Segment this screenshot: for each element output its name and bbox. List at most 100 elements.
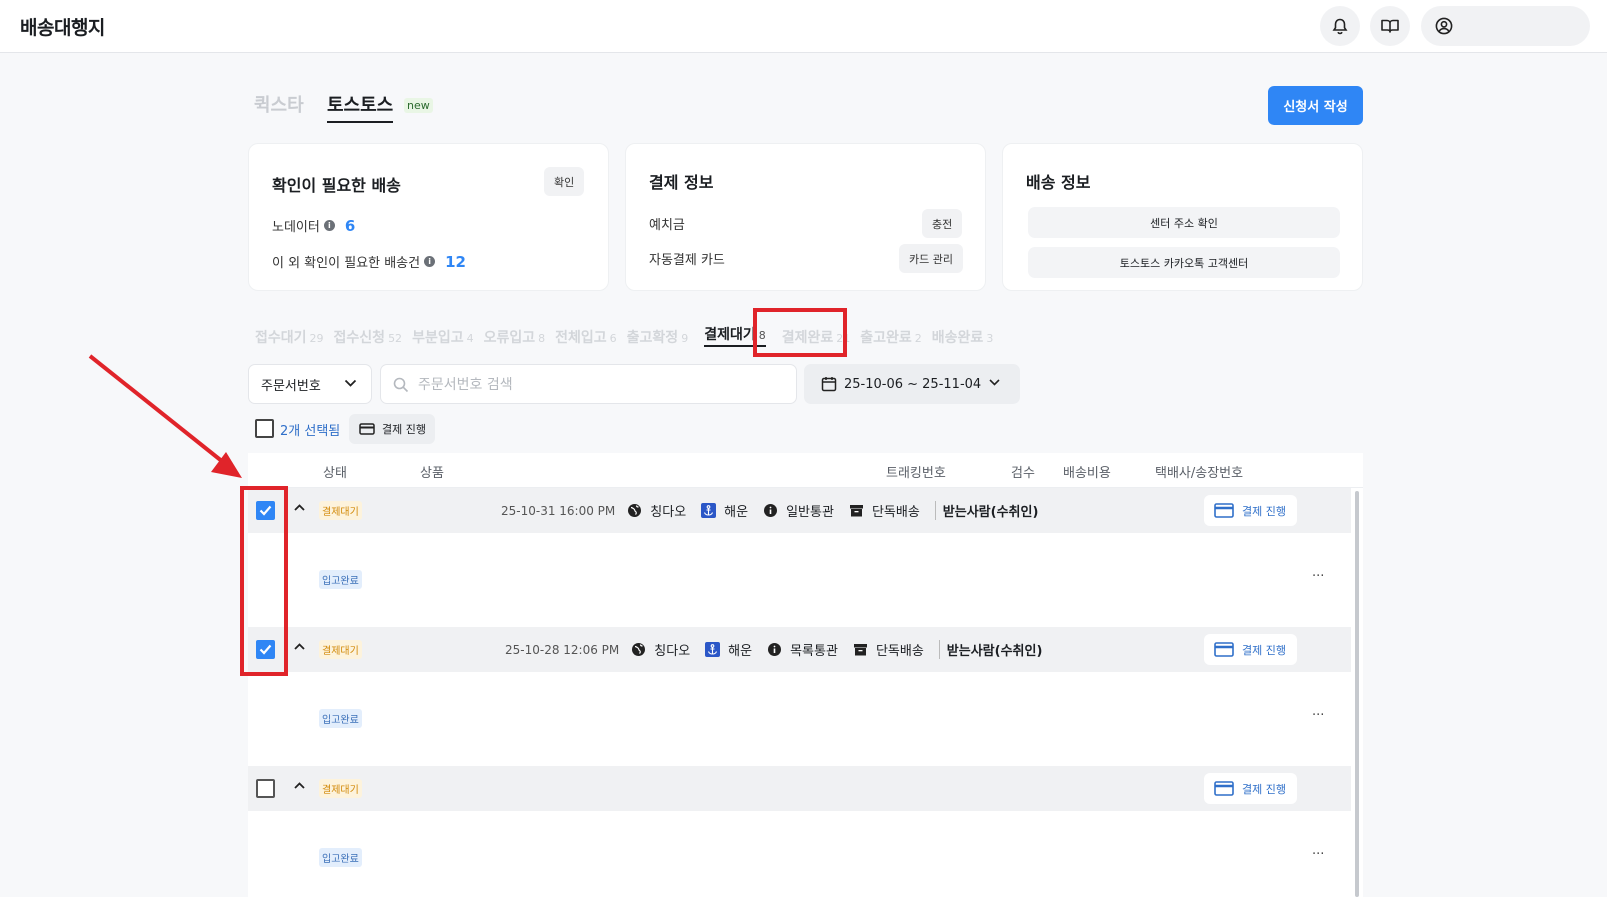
recipient: 받는사람(수취인)	[938, 640, 1042, 659]
globe-icon	[627, 503, 642, 518]
tab-count: 2	[914, 332, 922, 345]
item-row: 입고완료 ···	[248, 533, 1351, 627]
caret-up-icon[interactable]	[294, 504, 305, 511]
tab-label: 접수대기	[255, 330, 307, 346]
card-icon	[1214, 503, 1234, 518]
item-status-badge: 입고완료	[319, 570, 362, 589]
tab-count: 8	[538, 332, 546, 345]
date-range-picker[interactable]: 25-10-06 ~ 25-11-04	[804, 364, 1020, 404]
chevron-down-icon	[344, 379, 357, 387]
guide-button[interactable]	[1370, 6, 1410, 46]
info-icon	[767, 642, 782, 657]
profile-button[interactable]	[1421, 6, 1590, 46]
top-bar: 배송대행지	[0, 0, 1607, 53]
order-row[interactable]: 결제대기 결제 진행	[248, 766, 1351, 811]
other-confirm-count[interactable]: 12	[445, 253, 466, 271]
table-header: 상태 상품 트래킹번호 검수 배송비용 택배사/송장번호	[248, 453, 1363, 488]
other-confirm-row[interactable]: 이 외 확인이 필요한 배송건 i 12	[272, 252, 466, 272]
tab-count: 3	[986, 332, 994, 345]
user-circle-icon	[1435, 17, 1453, 35]
row-pay-label: 결제 진행	[1242, 643, 1286, 657]
charge-button[interactable]: 충전	[922, 209, 963, 238]
status-tabs: 접수대기 29 접수신청 52 부분입고 4 오류입고 8 전체입고 6 출고확정 9 결제…	[255, 323, 1003, 347]
order-datetime: 25-10-28 12:06 PM	[505, 642, 620, 657]
ship-method: 해운	[728, 644, 753, 659]
tab-count: 52	[388, 332, 403, 345]
status-badge: 결제대기	[319, 501, 362, 520]
tab-status-8[interactable]: 출고완료 2	[860, 327, 922, 347]
col-product: 상품	[420, 466, 444, 481]
active-tab-highlight	[753, 308, 847, 357]
tab-count: 6	[609, 332, 617, 345]
no-data-count[interactable]: 6	[345, 217, 355, 235]
row-label: 이 외 확인이 필요한 배송건	[272, 256, 421, 271]
shipping-info-card: 배송 정보 센터 주소 확인 토스토스 카카오톡 고객센터	[1002, 143, 1363, 291]
select-all-checkbox[interactable]	[255, 419, 274, 438]
order-row[interactable]: 결제대기 25-10-31 16:00 PM 칭다오 해운 일반통관 단독배송 …	[248, 488, 1351, 533]
box-icon	[853, 642, 868, 657]
create-application-button[interactable]: 신청서 작성	[1268, 86, 1363, 125]
search-type-select[interactable]: 주문서번호	[248, 364, 372, 404]
tab-tostos[interactable]: 토스토스	[327, 91, 394, 123]
info-icon: i	[323, 220, 335, 231]
origin: 칭다오	[654, 644, 691, 659]
globe-icon	[631, 642, 646, 657]
more-options-button[interactable]: ···	[1312, 847, 1324, 862]
tab-status-5[interactable]: 출고확정 9	[627, 327, 689, 347]
delivery-type: 단독배송	[871, 505, 920, 520]
card-title: 확인이 필요한 배송	[272, 176, 401, 195]
tab-quickstar[interactable]: 퀵스타	[254, 91, 304, 117]
checkbox-highlight	[240, 486, 288, 676]
row-pay-button[interactable]: 결제 진행	[1204, 634, 1297, 665]
order-row[interactable]: 결제대기 25-10-28 12:06 PM 칭다오 해운 목록통관 단독배송 …	[248, 627, 1351, 672]
tab-count: 29	[309, 332, 324, 345]
calendar-icon	[821, 377, 837, 392]
ship-method: 해운	[724, 505, 749, 520]
search-field[interactable]	[380, 364, 797, 404]
col-inspection: 검수	[1011, 466, 1035, 481]
card-title: 결제 정보	[649, 173, 714, 192]
payment-info-card: 결제 정보 예치금 충전 자동결제 카드 카드 관리	[625, 143, 986, 291]
brand-title[interactable]: 배송대행지	[20, 13, 105, 40]
tab-status-1[interactable]: 접수신청 52	[334, 327, 403, 347]
more-options-button[interactable]: ···	[1312, 708, 1324, 723]
info-icon	[763, 503, 778, 518]
tab-label: 오류입고	[483, 330, 536, 346]
kakao-support-button[interactable]: 토스토스 카카오톡 고객센터	[1028, 247, 1340, 278]
tab-label: 출고확정	[626, 330, 679, 346]
row-pay-button[interactable]: 결제 진행	[1204, 495, 1297, 526]
table-scrollbar[interactable]	[1355, 491, 1359, 897]
tab-label: 접수신청	[333, 330, 386, 346]
card-icon	[1214, 781, 1234, 796]
tab-label: 결제대기	[704, 327, 756, 343]
order-meta: 25-10-28 12:06 PM 칭다오 해운 목록통관 단독배송 받는사람(…	[505, 640, 1042, 659]
tab-count: 4	[466, 332, 474, 345]
tab-status-3[interactable]: 오류입고 8	[484, 327, 546, 347]
caret-up-icon[interactable]	[294, 643, 305, 650]
auto-pay-card-label: 자동결제 카드	[649, 253, 725, 268]
more-options-button[interactable]: ···	[1312, 569, 1324, 584]
search-input[interactable]	[418, 374, 778, 396]
card-icon	[359, 423, 375, 435]
notification-button[interactable]	[1320, 6, 1360, 46]
status-badge: 결제대기	[319, 779, 362, 798]
tab-status-0[interactable]: 접수대기 29	[255, 327, 324, 347]
tab-status-2[interactable]: 부분입고 4	[412, 327, 474, 347]
col-status: 상태	[323, 466, 347, 481]
tab-status-4[interactable]: 전체입고 6	[555, 327, 617, 347]
chevron-down-icon	[989, 379, 1000, 386]
center-address-button[interactable]: 센터 주소 확인	[1028, 207, 1340, 238]
card-manage-button[interactable]: 카드 관리	[899, 244, 963, 273]
row-pay-button[interactable]: 결제 진행	[1204, 773, 1297, 804]
bulk-pay-button[interactable]: 결제 진행	[349, 414, 435, 444]
row-pay-label: 결제 진행	[1242, 504, 1286, 518]
col-shipping-cost: 배송비용	[1063, 466, 1111, 481]
delivery-type: 단독배송	[875, 644, 924, 659]
row-checkbox[interactable]	[256, 779, 275, 798]
bulk-pay-label: 결제 진행	[382, 423, 426, 436]
orders-table: 상태 상품 트래킹번호 검수 배송비용 택배사/송장번호 결제대기 25-10-…	[248, 453, 1363, 897]
no-data-row[interactable]: 노데이터 i 6	[272, 216, 355, 236]
confirm-button[interactable]: 확인	[544, 167, 585, 196]
tab-status-9[interactable]: 배송완료 3	[932, 327, 994, 347]
caret-up-icon[interactable]	[294, 782, 305, 789]
